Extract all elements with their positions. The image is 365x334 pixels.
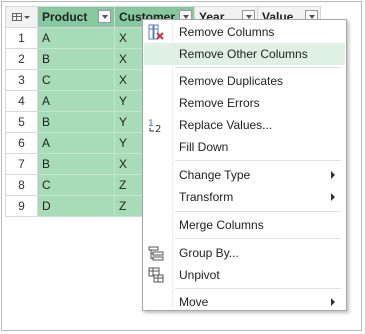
menu-item-label: Remove Duplicates (179, 74, 284, 88)
table-icon (12, 13, 22, 21)
menu-item-label: Unpivot (179, 268, 220, 282)
menu-item-remove-errors[interactable]: Remove Errors (144, 92, 345, 114)
menu-item-remove-other-columns[interactable]: Remove Other Columns (144, 43, 345, 65)
menu-item-label: Remove Errors (179, 96, 260, 110)
submenu-arrow-icon (331, 298, 335, 306)
cell-product[interactable]: D (37, 195, 115, 217)
menu-separator (175, 67, 341, 68)
menu-item-replace-values[interactable]: 1 2 Replace Values... (144, 114, 345, 136)
menu-item-change-type[interactable]: Change Type (144, 164, 345, 186)
row-number: 1 (5, 27, 38, 49)
row-number: 6 (5, 132, 38, 154)
row-number: 8 (5, 174, 38, 196)
filter-dropdown-icon[interactable] (98, 10, 111, 23)
submenu-arrow-icon (331, 171, 335, 179)
cell-product[interactable]: C (37, 69, 115, 91)
replace-values-icon: 1 2 (148, 117, 164, 135)
cell-product[interactable]: C (37, 174, 115, 196)
menu-item-label: Remove Other Columns (179, 47, 308, 61)
svg-text:1: 1 (148, 119, 154, 129)
menu-item-merge-columns[interactable]: Merge Columns (144, 214, 345, 236)
menu-item-label: Fill Down (179, 140, 229, 154)
row-number: 7 (5, 153, 38, 175)
menu-separator (175, 238, 341, 239)
row-number: 4 (5, 90, 38, 112)
menu-item-remove-duplicates[interactable]: Remove Duplicates (144, 70, 345, 92)
menu-item-label: Group By... (179, 246, 239, 260)
cell-product[interactable]: A (37, 90, 115, 112)
row-number: 5 (5, 111, 38, 133)
column-header-product[interactable]: Product (37, 6, 115, 28)
unpivot-icon (148, 267, 164, 283)
menu-separator (175, 288, 341, 289)
group-by-icon (148, 245, 164, 261)
svg-text:2: 2 (155, 124, 161, 133)
submenu-arrow-icon (331, 193, 335, 201)
cell-product[interactable]: B (37, 48, 115, 70)
cell-product[interactable]: A (37, 132, 115, 154)
column-header-label: Product (42, 10, 88, 24)
menu-item-label: Replace Values... (179, 118, 273, 132)
menu-item-unpivot[interactable]: Unpivot (144, 264, 345, 286)
row-number: 3 (5, 69, 38, 91)
cell-product[interactable]: B (37, 153, 115, 175)
menu-item-label: Transform (179, 190, 234, 204)
column-context-menu: Remove Columns Remove Other Columns Remo… (142, 19, 347, 311)
cell-product[interactable]: A (37, 27, 115, 49)
menu-item-move[interactable]: Move (144, 291, 345, 313)
menu-item-label: Move (179, 295, 209, 309)
row-number: 9 (5, 195, 38, 217)
menu-separator (175, 211, 341, 212)
menu-item-label: Merge Columns (179, 218, 264, 232)
table-menu-button[interactable] (5, 6, 38, 28)
cell-product[interactable]: B (37, 111, 115, 133)
menu-item-group-by[interactable]: Group By... (144, 242, 345, 264)
menu-item-transform[interactable]: Transform (144, 186, 345, 208)
menu-item-remove-columns[interactable]: Remove Columns (144, 21, 345, 43)
menu-item-fill-down[interactable]: Fill Down (144, 136, 345, 158)
menu-separator (175, 160, 341, 161)
chevron-down-icon (24, 16, 30, 19)
row-number: 2 (5, 48, 38, 70)
menu-item-label: Change Type (179, 168, 251, 182)
menu-item-label: Remove Columns (179, 25, 275, 39)
remove-columns-icon (148, 24, 164, 40)
